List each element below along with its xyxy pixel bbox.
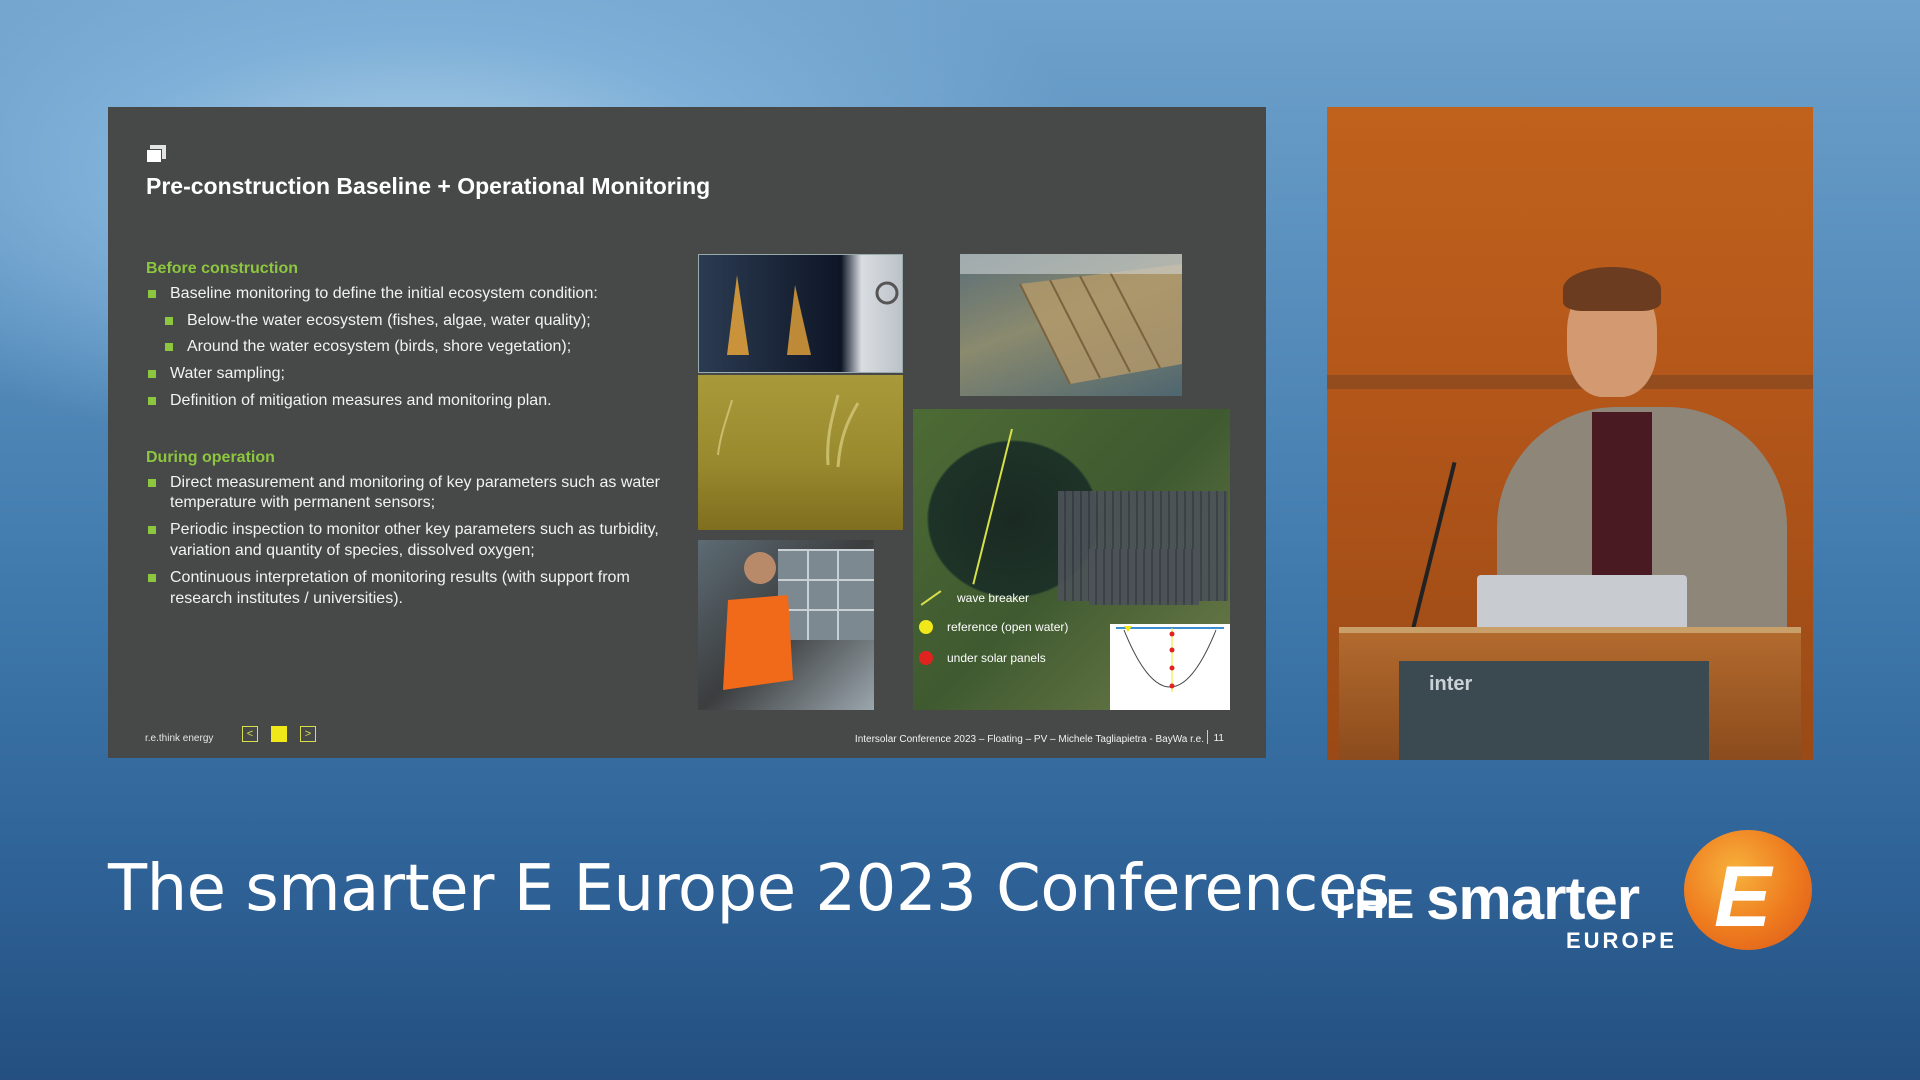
before-construction-heading: Before construction [146,260,299,277]
podium-label: inter [1429,673,1473,695]
footer-brand: r.e.think energy [145,733,214,744]
logo-the-text: THE [1328,880,1415,927]
the-smarter-e-logo: THE smarter EUROPE E [1328,830,1818,960]
bullet-square-icon [165,343,173,352]
list-item: Direct measurement and monitoring of key… [146,473,686,515]
bullet-square-icon [148,370,156,379]
next-slide-button[interactable]: > [300,726,316,742]
floating-pv-array [1089,549,1199,605]
aerial-map-photo: wave breaker reference (open water) unde… [913,409,1230,710]
underwater-vegetation-photo [698,375,903,530]
home-slide-button[interactable] [271,726,287,742]
footer-divider [1207,730,1208,744]
conference-title: The smarter E Europe 2023 Conferences [108,852,1390,926]
bullet-square-icon [148,396,156,405]
logo-smarter-text: smarter [1426,865,1640,932]
presentation-slide: Pre-construction Baseline + Operational … [108,107,1266,758]
slide-text-column: Before construction Baseline monitoring … [146,259,686,615]
baywa-logo-icon [146,145,166,163]
list-item: Baseline monitoring to define the initia… [146,284,686,305]
red-dot-icon [919,651,933,665]
yellow-dot-icon [919,620,933,634]
microphone-icon [1409,461,1457,638]
logo-europe-text: EUROPE [1566,928,1677,953]
legend-wave-breaker: wave breaker [919,590,1029,606]
list-item: Below-the water ecosystem (fishes, algae… [146,311,686,332]
bullet-square-icon [148,478,156,487]
speaker-video-feed: inter [1327,107,1813,760]
wave-breaker-line-icon [920,590,942,606]
slide-title: Pre-construction Baseline + Operational … [146,173,711,199]
legend-under-panels: under solar panels [919,651,1046,665]
list-item: Continuous interpretation of monitoring … [146,568,686,610]
field-worker-photo [698,540,874,710]
list-item: Definition of mitigation measures and mo… [146,391,686,412]
laptop [1477,575,1687,635]
list-item: Around the water ecosystem (birds, shore… [146,337,686,358]
during-operation-heading: During operation [146,448,275,466]
depth-profile-diagram [1110,624,1230,710]
podium: inter [1339,627,1801,760]
slide-page-number: 11 [1213,733,1224,744]
floating-structure-photo [960,254,1182,396]
list-item: Water sampling; [146,364,686,385]
legend-reference: reference (open water) [919,620,1068,634]
orange-e-emblem-icon: E [1684,830,1812,950]
previous-slide-button[interactable]: < [242,726,258,742]
bullet-square-icon [165,316,173,325]
bullet-square-icon [148,289,156,298]
bullet-square-icon [148,526,156,535]
footer-credit: Intersolar Conference 2023 – Floating – … [854,734,1204,745]
sonar-display-photo [698,254,903,373]
list-item: Periodic inspection to monitor other key… [146,520,686,562]
wave-breaker-line [972,428,1013,585]
bullet-square-icon [148,573,156,582]
